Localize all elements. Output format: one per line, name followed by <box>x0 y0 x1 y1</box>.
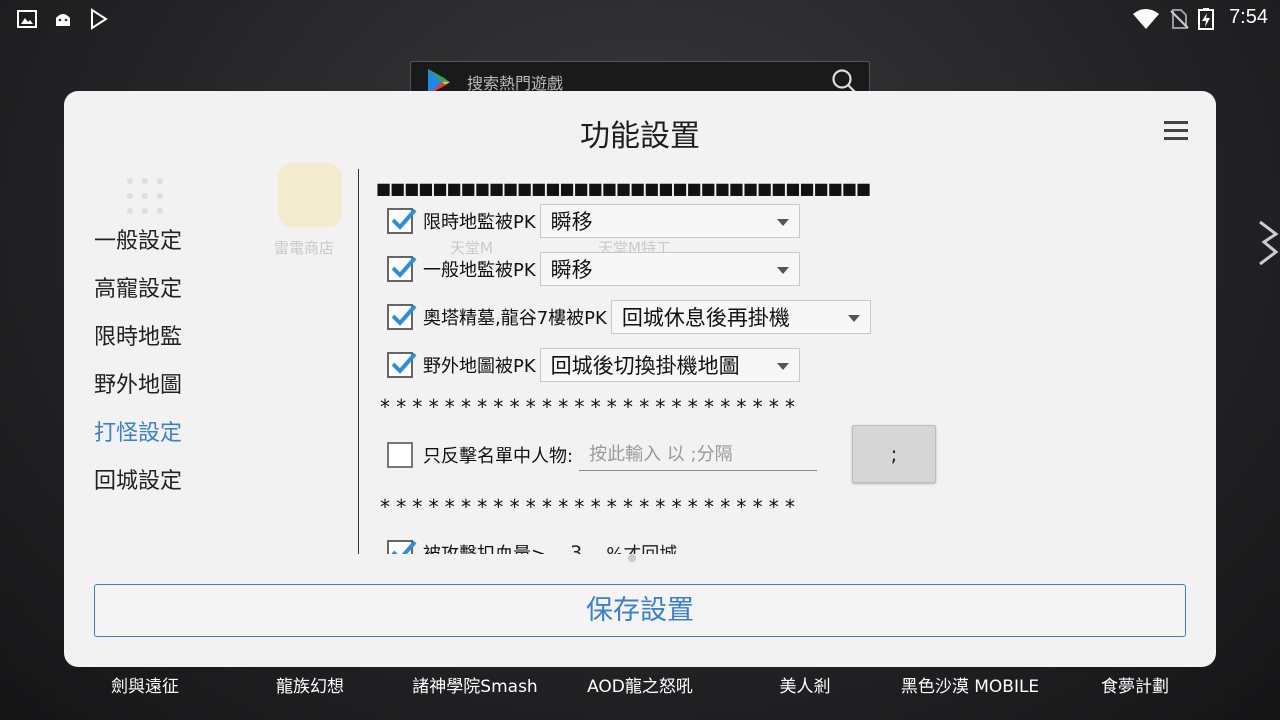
chevron-down-icon <box>776 363 789 370</box>
no-sim-icon <box>1170 9 1189 29</box>
bottom-app-row: 劍與遠征 龍族幻想 諸神學院Smash AOD龍之怒吼 美人剎 黑色沙漠 MOB… <box>0 668 1280 698</box>
checkbox[interactable] <box>387 256 417 282</box>
action-dropdown[interactable]: 回城後切換掛機地圖 <box>539 348 800 382</box>
dropdown-value: 回城休息後再掛機 <box>621 306 790 330</box>
status-bar: 7:54 <box>0 0 1280 38</box>
row-label: 只反擊名單中人物: <box>423 446 574 467</box>
row-label: 野外地圖被PK <box>423 356 536 377</box>
sidebar-item-combat[interactable]: 打怪設定 <box>94 415 182 463</box>
pk-row-general-dungeon: 一般地監被PK 瞬移 <box>387 251 800 287</box>
row-label: 奧塔精墓,龍谷7樓被PK <box>423 308 607 329</box>
checkbox[interactable] <box>387 304 417 330</box>
app-label[interactable]: 諸神學院Smash <box>412 672 537 697</box>
battery-charging-icon <box>1198 8 1214 30</box>
pk-row-timed-dungeon: 限時地監被PK 瞬移 <box>387 203 800 239</box>
sidebar-divider <box>358 169 359 554</box>
settings-dialog: 功能設置 雷電商店 天堂M 天堂M特工 一般設定 高寵設定 限時地監 野外地圖 … <box>64 91 1216 667</box>
ghost-app-grid-icon <box>127 178 163 214</box>
counter-list-row: 只反擊名單中人物: <box>387 437 818 473</box>
dropdown-value: 回城後切換掛機地圖 <box>550 354 740 378</box>
section-header-blocks: ■■■■■■■■■■■■■■■■■■■■■■■■■■■■■■■■■■■ <box>376 179 871 198</box>
action-dropdown[interactable]: 回城休息後再掛機 <box>610 300 871 334</box>
checkbox[interactable] <box>387 352 417 378</box>
app-label[interactable]: 食夢計劃 <box>1101 672 1169 697</box>
side-panel-handle-icon[interactable] <box>1252 212 1280 272</box>
sidebar-item-field-map[interactable]: 野外地圖 <box>94 367 182 415</box>
ghost-app-label: 雷電商店 <box>274 239 335 257</box>
checkmark-icon <box>391 540 417 554</box>
pk-row-ota-tomb: 奧塔精墓,龍谷7樓被PK 回城休息後再掛機 <box>387 299 871 335</box>
checkmark-icon <box>391 352 417 374</box>
chevron-down-icon <box>847 315 860 322</box>
checkbox[interactable] <box>387 540 417 554</box>
app-label[interactable]: 美人剎 <box>780 672 831 697</box>
app-label[interactable]: 龍族幻想 <box>276 672 344 697</box>
hp-threshold-value[interactable]: 3 <box>570 542 582 554</box>
row-label: 被攻擊扣血量> <box>423 540 546 554</box>
page-indicator-dot <box>628 554 636 562</box>
play-store-icon <box>91 8 108 30</box>
counter-list-input[interactable] <box>579 439 818 471</box>
wifi-icon <box>1133 9 1159 29</box>
row-label: 一般地監被PK <box>423 260 536 281</box>
separator-stars: ************************** <box>380 395 802 419</box>
app-label[interactable]: 劍與遠征 <box>111 672 179 697</box>
android-icon <box>56 14 70 26</box>
sidebar-item-general[interactable]: 一般設定 <box>94 223 182 271</box>
separator-button[interactable]: ; <box>852 425 936 483</box>
row-label: 限時地監被PK <box>423 212 536 233</box>
sidebar-item-timed-dungeon[interactable]: 限時地監 <box>94 319 182 367</box>
menu-icon[interactable] <box>1164 121 1188 141</box>
clock: 7:54 <box>1229 6 1268 28</box>
separator-stars: ************************** <box>380 495 802 519</box>
chevron-down-icon <box>776 219 789 226</box>
checkbox[interactable] <box>387 442 413 468</box>
settings-content: ■■■■■■■■■■■■■■■■■■■■■■■■■■■■■■■■■■■ 限時地監… <box>374 169 1194 554</box>
chevron-down-icon <box>776 267 789 274</box>
action-dropdown[interactable]: 瞬移 <box>539 204 800 238</box>
settings-sidebar: 一般設定 高寵設定 限時地監 野外地圖 打怪設定 回城設定 <box>94 223 182 511</box>
image-icon <box>17 10 37 28</box>
hp-threshold-unit: %才回城 <box>606 540 677 554</box>
checkmark-icon <box>391 256 417 278</box>
ghost-store-icon <box>278 163 342 227</box>
dropdown-value: 瞬移 <box>550 258 593 282</box>
dropdown-value: 瞬移 <box>550 210 593 234</box>
save-settings-button[interactable]: 保存設置 <box>94 584 1186 637</box>
action-dropdown[interactable]: 瞬移 <box>539 252 800 286</box>
checkmark-icon <box>391 304 417 326</box>
checkmark-icon <box>391 208 417 230</box>
hp-threshold-row: 被攻擊扣血量> 3 %才回城 <box>387 535 677 554</box>
app-label[interactable]: 黑色沙漠 MOBILE <box>901 672 1039 697</box>
pk-row-field-map: 野外地圖被PK 回城後切換掛機地圖 <box>387 347 800 383</box>
sidebar-item-return-town[interactable]: 回城設定 <box>94 463 182 511</box>
app-label[interactable]: AOD龍之怒吼 <box>587 672 693 697</box>
checkbox[interactable] <box>387 208 417 234</box>
sidebar-item-pet[interactable]: 高寵設定 <box>94 271 182 319</box>
dialog-title: 功能設置 <box>580 119 700 154</box>
